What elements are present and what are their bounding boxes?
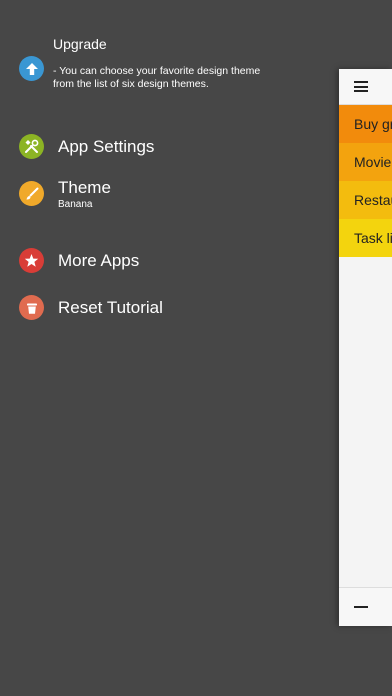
upgrade-item[interactable]: Upgrade - You can choose your favorite d… [0, 0, 336, 100]
bottom-bar [339, 587, 392, 626]
tools-icon [19, 134, 44, 159]
theme-value: Banana [58, 199, 93, 210]
arrow-up-icon [19, 56, 44, 81]
reset-tutorial-label: Reset Tutorial [58, 298, 163, 317]
top-bar [339, 69, 392, 105]
list-item[interactable]: Buy gr [339, 105, 392, 143]
minus-icon[interactable] [354, 606, 368, 608]
list-item[interactable]: Movie [339, 143, 392, 181]
trash-icon [19, 295, 44, 320]
brush-icon [19, 181, 44, 206]
theme-label: Theme [58, 178, 111, 197]
side-menu: Upgrade - You can choose your favorite d… [0, 0, 336, 696]
star-icon [19, 248, 44, 273]
list-item[interactable]: Task li [339, 219, 392, 257]
upgrade-title: Upgrade [53, 36, 107, 52]
list-item[interactable]: Restau [339, 181, 392, 219]
main-view-panel[interactable]: Buy grMovieRestauTask li [339, 69, 392, 626]
app-settings-label: App Settings [58, 137, 155, 156]
upgrade-description: - You can choose your favorite design th… [53, 65, 261, 90]
more-apps-label: More Apps [58, 251, 140, 270]
hamburger-menu-icon[interactable] [354, 81, 368, 92]
